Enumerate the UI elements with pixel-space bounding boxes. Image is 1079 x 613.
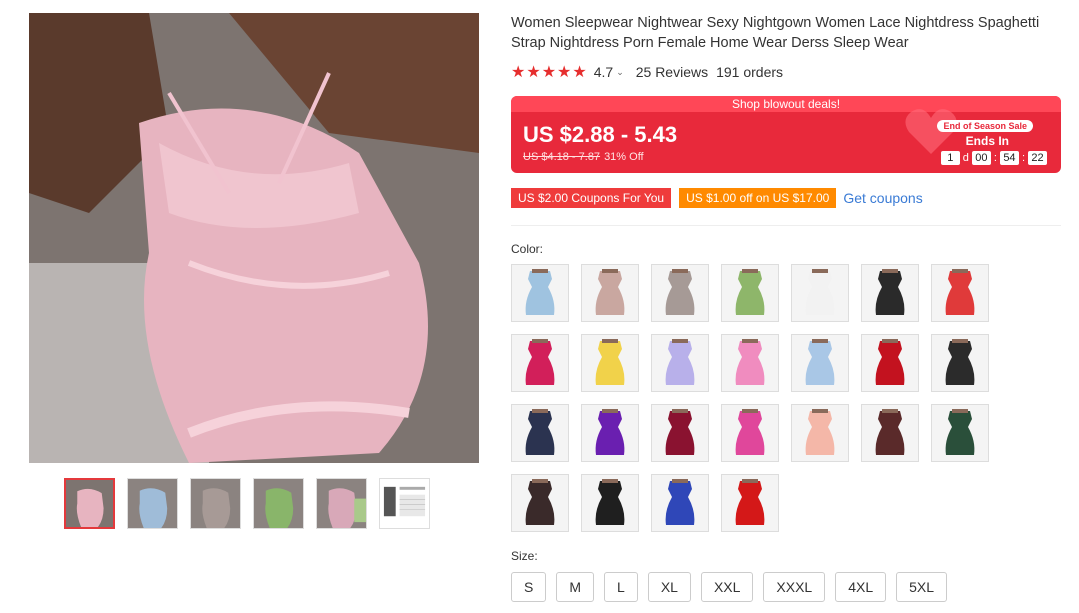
countdown-minutes: 54 xyxy=(999,151,1019,165)
old-price-row: US $4.18 - 7.87 31% Off xyxy=(523,151,644,163)
countdown-separator: : xyxy=(993,152,997,164)
countdown-separator: : xyxy=(1021,152,1025,164)
color-swatch-grid xyxy=(511,264,1001,532)
color-swatch[interactable] xyxy=(931,334,989,392)
color-swatch[interactable] xyxy=(581,334,639,392)
color-label: Color: xyxy=(511,242,544,256)
season-sale-tag: End of Season Sale xyxy=(937,120,1033,132)
thumbnail-strip xyxy=(64,478,430,529)
rating-row: ★★★★★ 4.7 ⌄ 25 Reviews 191 orders xyxy=(511,62,783,82)
thumbnail-2[interactable] xyxy=(127,478,178,529)
color-swatch[interactable] xyxy=(721,264,779,322)
color-swatch[interactable] xyxy=(581,474,639,532)
color-swatch[interactable] xyxy=(791,334,849,392)
color-swatch[interactable] xyxy=(791,404,849,462)
discount-percent: 31% Off xyxy=(604,151,644,163)
get-coupons-link[interactable]: Get coupons xyxy=(843,190,922,206)
size-option-m[interactable]: M xyxy=(556,572,595,602)
size-option-l[interactable]: L xyxy=(604,572,638,602)
thumbnail-3[interactable] xyxy=(190,478,241,529)
orders-count: 191 orders xyxy=(716,64,784,80)
color-swatch[interactable] xyxy=(511,404,569,462)
color-swatch[interactable] xyxy=(581,404,639,462)
color-swatch[interactable] xyxy=(581,264,639,322)
divider xyxy=(511,225,1061,226)
color-swatch[interactable] xyxy=(721,474,779,532)
size-option-s[interactable]: S xyxy=(511,572,547,602)
size-option-4xl[interactable]: 4XL xyxy=(835,572,887,602)
chevron-down-icon[interactable]: ⌄ xyxy=(616,67,624,78)
color-swatch[interactable] xyxy=(861,264,919,322)
coupon-badge-2[interactable]: US $1.00 off on US $17.00 xyxy=(679,188,837,208)
color-swatch[interactable] xyxy=(791,264,849,322)
size-option-5xl[interactable]: 5XL xyxy=(896,572,948,602)
color-swatch[interactable] xyxy=(651,404,709,462)
rating-value[interactable]: 4.7 xyxy=(594,64,613,80)
main-product-image[interactable] xyxy=(29,13,479,463)
color-swatch[interactable] xyxy=(651,264,709,322)
color-swatch[interactable] xyxy=(931,404,989,462)
reviews-link[interactable]: 25 Reviews xyxy=(636,64,708,80)
color-swatch[interactable] xyxy=(931,264,989,322)
color-swatch[interactable] xyxy=(721,334,779,392)
color-swatch[interactable] xyxy=(511,264,569,322)
size-option-xxxl[interactable]: XXXL xyxy=(763,572,826,602)
thumbnail-5[interactable] xyxy=(316,478,367,529)
color-swatch[interactable] xyxy=(651,474,709,532)
coupons-row: US $2.00 Coupons For You US $1.00 off on… xyxy=(511,188,923,208)
countdown-day-label: d xyxy=(962,152,969,164)
color-swatch[interactable] xyxy=(511,474,569,532)
color-swatch[interactable] xyxy=(861,404,919,462)
thumbnail-1[interactable] xyxy=(64,478,115,529)
deal-banner: Shop blowout deals! xyxy=(511,96,1061,112)
deal-price-box: Shop blowout deals! US $2.88 - 5.43 US $… xyxy=(511,96,1061,173)
countdown-days: 1 xyxy=(940,151,960,165)
countdown-seconds: 22 xyxy=(1028,151,1047,165)
ends-in-label: Ends In xyxy=(965,134,1009,148)
color-swatch[interactable] xyxy=(861,334,919,392)
color-swatch[interactable] xyxy=(721,404,779,462)
product-title: Women Sleepwear Nightwear Sexy Nightgown… xyxy=(511,15,1040,51)
original-price: US $4.18 - 7.87 xyxy=(523,151,601,163)
thumbnail-size-chart[interactable] xyxy=(379,478,430,529)
size-options: S M L XL XXL XXXL 4XL 5XL xyxy=(511,572,948,602)
color-swatch[interactable] xyxy=(651,334,709,392)
current-price: US $2.88 - 5.43 xyxy=(523,122,678,147)
size-option-xxl[interactable]: XXL xyxy=(700,572,754,602)
color-swatch[interactable] xyxy=(511,334,569,392)
size-label: Size: xyxy=(511,549,538,563)
countdown-hours: 00 xyxy=(971,151,991,165)
size-option-xl[interactable]: XL xyxy=(647,572,691,602)
coupon-badge-1[interactable]: US $2.00 Coupons For You xyxy=(511,188,672,208)
rating-stars-icon: ★★★★★ xyxy=(511,64,588,81)
thumbnail-4[interactable] xyxy=(253,478,304,529)
countdown-timer: 1 d 00 : 54 : 22 xyxy=(940,151,1047,165)
